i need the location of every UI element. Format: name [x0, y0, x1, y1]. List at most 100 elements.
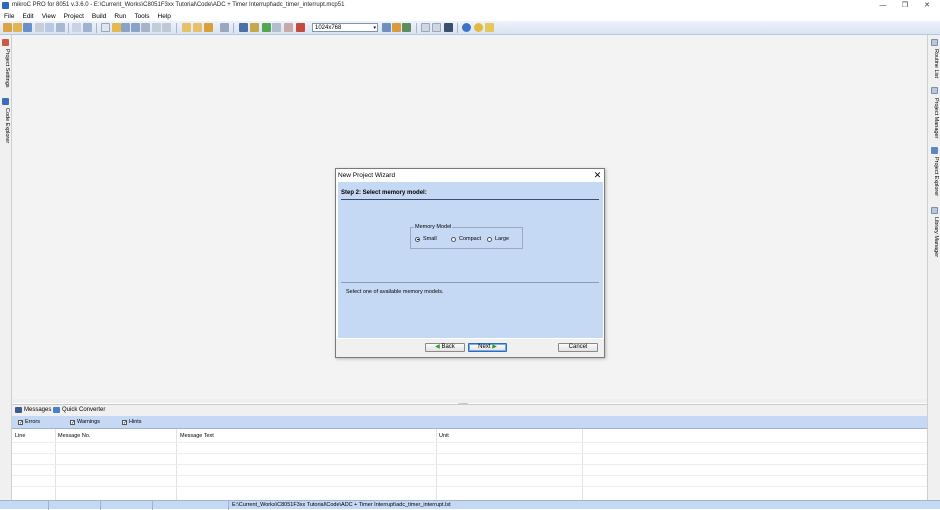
- title-bar: mikroC PRO for 8051 v.3.6.0 - E:\Current…: [0, 0, 940, 11]
- radio-small[interactable]: Small: [415, 236, 437, 242]
- menu-edit[interactable]: Edit: [18, 11, 37, 21]
- grid-row-line: [12, 486, 927, 487]
- project-settings-icon[interactable]: [35, 23, 44, 32]
- close-file-icon[interactable]: [141, 23, 150, 32]
- open-file-icon[interactable]: [112, 23, 121, 32]
- hints-checkbox[interactable]: ✓ Hints: [122, 419, 142, 425]
- panel-splitter[interactable]: ...........: [12, 399, 927, 406]
- chevron-down-icon: ▾: [373, 25, 376, 31]
- group-label: Memory Model: [414, 224, 453, 230]
- print-preview-icon[interactable]: [162, 23, 171, 32]
- remove-file-icon[interactable]: [83, 23, 92, 32]
- checkbox-label: Warnings: [77, 419, 101, 425]
- open-project-icon[interactable]: [13, 23, 22, 32]
- arrow-left-icon: ◀: [435, 344, 440, 350]
- column-header-line[interactable]: Line: [15, 433, 25, 439]
- tab-project-explorer[interactable]: Project Explorer: [933, 157, 939, 196]
- options-icon[interactable]: [284, 23, 293, 32]
- next-button[interactable]: Next ▶: [468, 343, 507, 352]
- seven-segment-icon[interactable]: [432, 23, 441, 32]
- save-project-icon[interactable]: [23, 23, 32, 32]
- ascii-chart-icon[interactable]: [421, 23, 430, 32]
- toolbar-separator: [68, 23, 69, 33]
- menu-file[interactable]: File: [0, 11, 18, 21]
- tips-icon[interactable]: [485, 23, 494, 32]
- radio-large[interactable]: Large: [487, 236, 509, 242]
- menu-help[interactable]: Help: [154, 11, 175, 21]
- tab-library-manager[interactable]: Library Manager: [933, 217, 939, 257]
- close-project-icon[interactable]: [45, 23, 54, 32]
- radio-compact[interactable]: Compact: [451, 236, 481, 242]
- toolbar-separator: [176, 23, 177, 33]
- code-explorer-icon: [2, 98, 9, 105]
- radio-dot-selected: [415, 236, 420, 242]
- divider: [341, 282, 599, 283]
- errors-checkbox[interactable]: ✓ Errors: [18, 419, 40, 425]
- menu-view[interactable]: View: [38, 11, 60, 21]
- next-label: Next: [478, 344, 491, 350]
- build-icon[interactable]: [182, 23, 191, 32]
- resolution-select[interactable]: 1024x768 ▾: [312, 23, 378, 32]
- build-all-icon[interactable]: [193, 23, 202, 32]
- library-manager-icon: [931, 207, 938, 214]
- tab-code-explorer[interactable]: Code Explorer: [4, 108, 10, 143]
- menu-build[interactable]: Build: [88, 11, 110, 21]
- close-icon[interactable]: ✕: [592, 170, 603, 180]
- dialog-footer: ◀ Back Next ▶ Cancel: [336, 339, 604, 357]
- toolbar-separator: [457, 23, 458, 33]
- tab-quick-converter[interactable]: Quick Converter: [53, 407, 105, 413]
- close-window-button[interactable]: ✕: [916, 1, 938, 10]
- tab-messages[interactable]: Messages: [15, 407, 51, 413]
- menu-tools[interactable]: Tools: [130, 11, 153, 21]
- save-file-icon[interactable]: [121, 23, 130, 32]
- column-header-message-text[interactable]: Message Text: [180, 433, 214, 439]
- terminal-icon[interactable]: [444, 23, 453, 32]
- cancel-button[interactable]: Cancel: [558, 343, 598, 352]
- menu-run[interactable]: Run: [110, 11, 130, 21]
- tab-routine-list[interactable]: Routine List: [933, 49, 939, 78]
- new-project-wizard-dialog: New Project Wizard ✕ Step 2: Select memo…: [335, 168, 605, 358]
- tab-project-settings[interactable]: Project Settings: [4, 49, 10, 88]
- edit-project-icon[interactable]: [296, 23, 305, 32]
- project-icon[interactable]: [56, 23, 65, 32]
- print-icon[interactable]: [152, 23, 161, 32]
- toolbar-separator: [416, 23, 417, 33]
- step-heading: Step 2: Select memory model:: [341, 190, 427, 196]
- grid-row-line: [12, 464, 927, 465]
- view-icon[interactable]: [382, 23, 391, 32]
- radio-label: Compact: [459, 236, 482, 242]
- back-button[interactable]: ◀ Back: [425, 343, 465, 352]
- check-icon: ✓: [70, 419, 76, 426]
- layout-icon[interactable]: [392, 23, 401, 32]
- add-file-icon[interactable]: [72, 23, 81, 32]
- menu-bar: File Edit View Project Build Run Tools H…: [0, 11, 940, 21]
- warnings-checkbox[interactable]: ✓ Warnings: [70, 419, 100, 425]
- save-all-icon[interactable]: [131, 23, 140, 32]
- about-icon[interactable]: [474, 23, 483, 32]
- project-manager-icon: [931, 87, 938, 94]
- programmer-icon[interactable]: [220, 23, 229, 32]
- help-icon[interactable]: [462, 23, 471, 32]
- window-title: mikroC PRO for 8051 v.3.6.0 - E:\Current…: [12, 2, 345, 8]
- minimize-button[interactable]: —: [872, 1, 894, 10]
- column-header-unit[interactable]: Unit: [439, 433, 449, 439]
- column-header-message-no[interactable]: Message No.: [58, 433, 90, 439]
- find-icon[interactable]: [250, 23, 259, 32]
- memory-model-group: Memory Model Small Compact Large: [410, 224, 523, 249]
- debug-icon[interactable]: [239, 23, 248, 32]
- toolbar-separator: [96, 23, 97, 33]
- new-project-icon[interactable]: [3, 23, 12, 32]
- run-icon[interactable]: [262, 23, 271, 32]
- new-file-icon[interactable]: [101, 23, 110, 32]
- tab-project-manager[interactable]: Project Manager: [933, 98, 939, 138]
- radio-dot: [451, 236, 456, 242]
- step-icon[interactable]: [272, 23, 281, 32]
- tab-label: Quick Converter: [62, 407, 106, 413]
- dialog-body: Step 2: Select memory model: Memory Mode…: [338, 182, 603, 338]
- build-program-icon[interactable]: [204, 23, 213, 32]
- window-icon[interactable]: [402, 23, 411, 32]
- tab-label: Messages: [24, 407, 52, 413]
- arrow-right-icon: ▶: [492, 344, 497, 350]
- menu-project[interactable]: Project: [60, 11, 88, 21]
- restore-button[interactable]: ❐: [894, 1, 916, 10]
